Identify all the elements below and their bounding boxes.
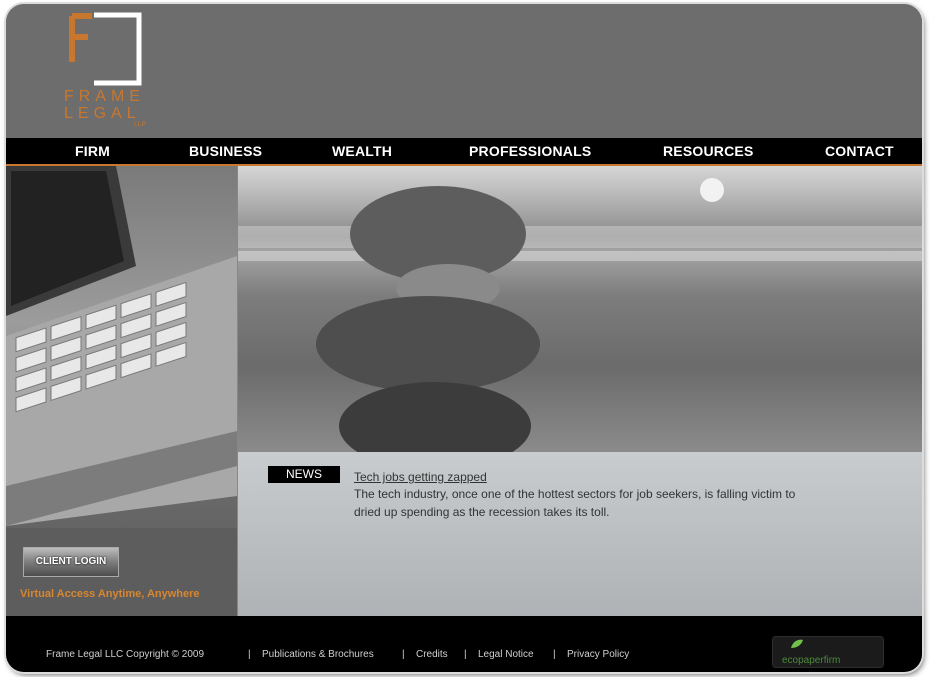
nav-item-wealth[interactable]: WEALTH — [332, 138, 392, 164]
logo-suffix: LLP — [134, 122, 147, 128]
page-frame: FRAME LEGAL LLP FIRM BUSINESS WEALTH PRO… — [6, 4, 922, 672]
nav-item-business[interactable]: BUSINESS — [189, 138, 262, 164]
footer-separator: | — [553, 649, 556, 660]
news-section — [238, 452, 922, 616]
stacked-stones-illustration — [238, 178, 922, 452]
copyright-text: Frame Legal LLC Copyright © 2009 — [46, 649, 205, 660]
nav-item-contact[interactable]: CONTACT — [825, 138, 894, 164]
eco-badge-text: ecopaperfirm — [782, 655, 841, 666]
footer-separator: | — [464, 649, 467, 660]
footer-separator: | — [248, 649, 251, 660]
logo-text[interactable]: FRAME LEGAL — [64, 88, 154, 122]
leaf-icon — [791, 639, 803, 648]
footer-link-privacy-policy[interactable]: Privacy Policy — [567, 649, 629, 660]
logo-line2: LEGAL — [64, 105, 141, 122]
footer-separator: | — [402, 649, 405, 660]
nav-item-firm[interactable]: FIRM — [75, 138, 110, 164]
footer-link-credits[interactable]: Credits — [416, 649, 448, 660]
footer-link-publications[interactable]: Publications & Brochures — [262, 649, 374, 660]
hero-image — [238, 166, 922, 452]
news-summary: The tech industry, once one of the hotte… — [354, 487, 796, 519]
nav-item-resources[interactable]: RESOURCES — [663, 138, 753, 164]
nav-item-professionals[interactable]: PROFESSIONALS — [469, 138, 591, 164]
logo-mark — [68, 12, 142, 86]
footer-link-legal-notice[interactable]: Legal Notice — [478, 649, 534, 660]
access-tagline: Virtual Access Anytime, Anywhere — [20, 588, 200, 600]
news-headline-link[interactable]: Tech jobs getting zapped — [354, 470, 487, 484]
client-login-button[interactable]: CLIENT LOGIN — [23, 547, 119, 577]
main-nav: FIRM BUSINESS WEALTH PROFESSIONALS RESOU… — [6, 138, 922, 166]
news-label: NEWS — [268, 466, 340, 483]
logo-line1: FRAME — [64, 88, 145, 105]
